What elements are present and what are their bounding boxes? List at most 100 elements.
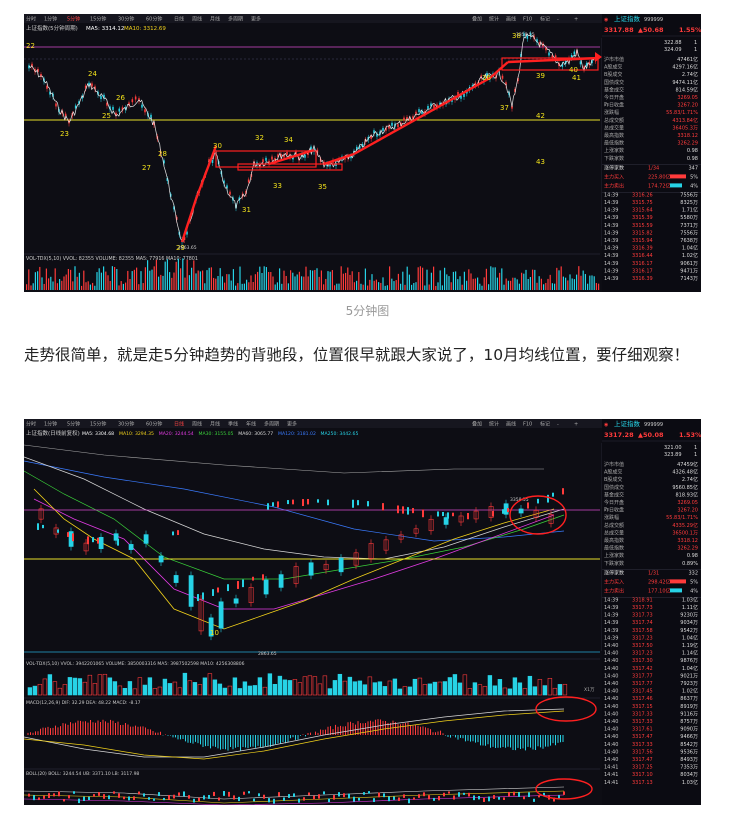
tick-time: 14:40: [604, 681, 618, 687]
volume-bar: [483, 277, 485, 290]
toolbar-tab[interactable]: 更多: [287, 421, 297, 428]
tick-volume: 1.02亿: [682, 252, 698, 259]
stat-label: 昨日收盘: [604, 507, 624, 514]
candle: [302, 499, 304, 507]
volume-bar: [197, 270, 199, 290]
toolbar-tab[interactable]: 月线: [210, 421, 220, 428]
volume-bar: [402, 686, 408, 696]
tick-volume: 9876万: [680, 658, 698, 664]
candle: [428, 795, 430, 800]
toolbar-tab[interactable]: 5分钟: [67, 421, 80, 428]
candle: [552, 492, 554, 497]
toolbar-tab[interactable]: 15分钟: [90, 421, 106, 428]
toolbar-tab[interactable]: 年线: [246, 421, 256, 428]
toolbar-tab[interactable]: 月线: [210, 16, 220, 23]
volume-bar: [259, 266, 261, 290]
candle: [383, 793, 385, 798]
toolbar-action[interactable]: 统计: [489, 421, 499, 428]
volume-bar: [81, 285, 83, 290]
toolbar-tab[interactable]: 分时: [26, 16, 36, 23]
tick-volume: 1.04亿: [682, 665, 698, 672]
candle: [391, 122, 393, 126]
candle: [38, 797, 40, 801]
volume-bar: [241, 283, 243, 290]
volume-bar: [375, 279, 377, 290]
wave-label: 28: [158, 150, 167, 158]
tick-volume: 8757万: [680, 719, 698, 725]
trend-line: [353, 76, 491, 156]
tick-price: 3317.45: [632, 689, 653, 695]
toolbar-action[interactable]: 统计: [489, 16, 499, 23]
toolbar-tab[interactable]: 30分钟: [118, 16, 134, 23]
tick-price: 3316.39: [632, 246, 653, 252]
volume-bar: [517, 682, 523, 696]
volume-bar: [556, 267, 558, 290]
volume-bar: [367, 285, 369, 290]
volume-bar: [562, 683, 568, 696]
volume-bar: [569, 274, 571, 290]
toolbar-action[interactable]: +: [574, 17, 578, 23]
toolbar-action[interactable]: F10: [523, 422, 532, 428]
flow-label: 主力卖出: [604, 587, 624, 594]
toolbar-action[interactable]: 标记: [540, 421, 550, 428]
tick-price: 3316.17: [632, 261, 653, 267]
toolbar-tab[interactable]: 季线: [228, 421, 238, 428]
toolbar-tab[interactable]: 日线: [174, 16, 184, 23]
candle: [433, 797, 435, 801]
tick-price: 3315.59: [632, 223, 653, 229]
candle: [473, 795, 475, 801]
volume-bar: [377, 681, 383, 696]
volume-bar: [26, 284, 28, 290]
toolbar-action[interactable]: 画线: [506, 421, 516, 428]
toolbar-action[interactable]: +: [574, 422, 578, 428]
toolbar-tab[interactable]: 多周期: [228, 16, 243, 23]
daily-chart-screenshot: 分时 1分钟 5分钟 15分钟 30分钟 60分钟 日线 周线 月线 季线 年线 多周期 更多 叠加 统计画…: [24, 419, 701, 805]
toolbar-action[interactable]: 画线: [506, 16, 516, 23]
volume-bar: [248, 282, 250, 290]
toolbar-tab[interactable]: 60分钟: [146, 16, 162, 23]
tick-time: 14:40: [604, 734, 618, 740]
volume-bar: [147, 260, 149, 290]
volume-bar: [542, 685, 548, 696]
toolbar-tab[interactable]: 15分钟: [90, 16, 106, 23]
toolbar-tab[interactable]: 多周期: [264, 421, 279, 428]
toolbar-tab[interactable]: 5分钟: [67, 16, 80, 23]
volume-bar: [404, 284, 406, 290]
candle: [265, 157, 267, 161]
candle: [498, 796, 500, 800]
toolbar-tab[interactable]: 日线: [174, 421, 184, 428]
candle: [37, 523, 39, 530]
toolbar-tab[interactable]: 分时: [26, 421, 36, 428]
toolbar-tab[interactable]: 1分钟: [44, 421, 57, 428]
candle: [98, 792, 100, 796]
toolbar-action[interactable]: F10: [523, 17, 532, 23]
candle: [163, 797, 165, 801]
toolbar-action[interactable]: -: [557, 422, 559, 428]
toolbar-tab[interactable]: 周线: [192, 421, 202, 428]
toolbar-action[interactable]: 叠加: [472, 421, 482, 428]
volume-bar: [536, 282, 538, 290]
chart-caption: 5分钟图: [345, 304, 390, 318]
volume-bar: [164, 261, 166, 290]
volume-bar: [282, 679, 288, 696]
volume-bar: [518, 283, 520, 290]
toolbar-tab[interactable]: 60分钟: [146, 421, 162, 428]
toolbar-action[interactable]: 标记: [540, 16, 550, 23]
toolbar-tab[interactable]: 1分钟: [44, 16, 57, 23]
volume-bar: [107, 275, 109, 290]
candle: [144, 109, 146, 113]
stat-label: 基金成交: [604, 491, 624, 498]
volume-bar: [591, 275, 593, 290]
candle: [343, 793, 345, 798]
candle: [442, 511, 444, 517]
candle: [92, 537, 94, 543]
toolbar-action[interactable]: 叠加: [472, 16, 482, 23]
flow-extra: 5%: [690, 174, 698, 180]
candle: [418, 794, 420, 798]
toolbar-tab[interactable]: 30分钟: [118, 421, 134, 428]
toolbar-action[interactable]: -: [557, 17, 559, 23]
toolbar-tab[interactable]: 周线: [192, 16, 202, 23]
candle: [443, 792, 445, 797]
candle: [43, 795, 45, 799]
toolbar-tab[interactable]: 更多: [251, 16, 261, 23]
